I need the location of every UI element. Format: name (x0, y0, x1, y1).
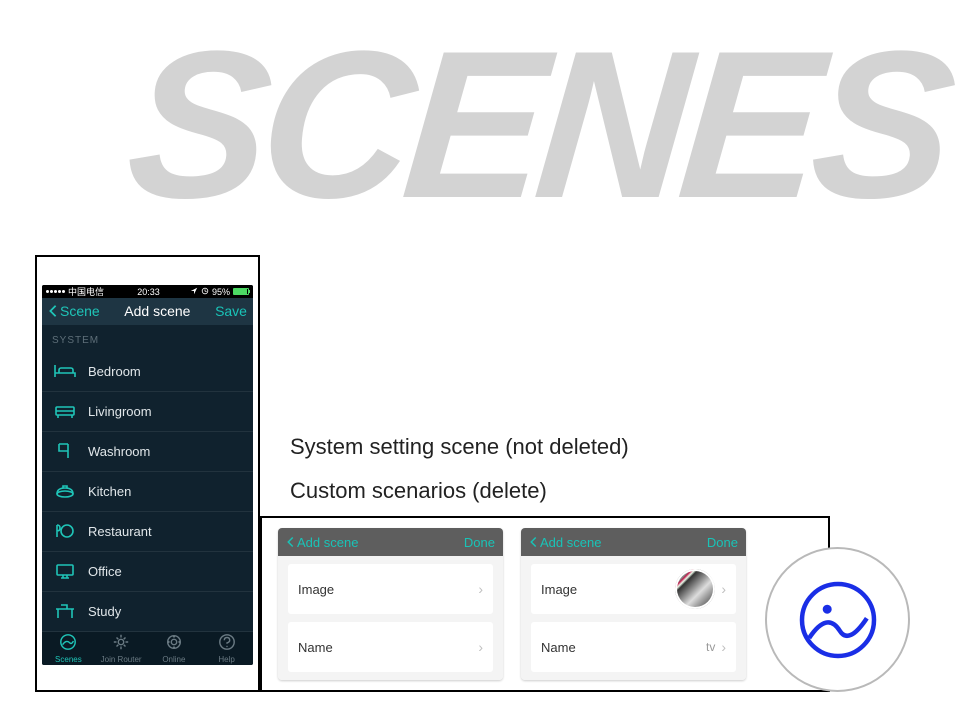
chevron-left-icon (48, 304, 58, 318)
mini-body: Image › Name › (278, 556, 503, 680)
sofa-icon (52, 400, 78, 422)
location-icon (190, 287, 198, 297)
battery-icon (233, 288, 249, 295)
scene-row-study[interactable]: Study (42, 592, 253, 632)
alarm-icon (201, 287, 209, 297)
mini-row-label: Image (541, 582, 577, 597)
image-thumbnail (675, 569, 715, 609)
tab-label: Join Router (101, 655, 142, 664)
mini-done-button[interactable]: Done (707, 535, 738, 550)
scene-row-office[interactable]: Office (42, 552, 253, 592)
scene-row-label: Kitchen (88, 484, 131, 499)
tab-router[interactable]: Join Router (95, 632, 148, 665)
mini-row-label: Image (298, 582, 334, 597)
mini-nav: Add scene Done (278, 528, 503, 556)
help-icon (218, 633, 236, 653)
mini-row-name[interactable]: Name › (288, 622, 493, 672)
battery-pct: 95% (212, 287, 230, 297)
tab-label: Online (162, 655, 185, 664)
scene-row-label: Livingroom (88, 404, 152, 419)
mini-row-value: tv (706, 640, 715, 654)
mini-row-image[interactable]: Image › (288, 564, 493, 614)
signal-icon (46, 290, 65, 293)
towel-icon (52, 440, 78, 462)
scene-list[interactable]: Bedroom Livingroom Washroom Kitchen Restaura… (42, 352, 253, 632)
pot-icon (52, 480, 78, 502)
status-time: 20:33 (107, 287, 190, 297)
mini-back-label: Add scene (540, 535, 601, 550)
chevron-right-icon: › (478, 639, 483, 655)
mini-panel-0: Add scene Done Image › Name › (278, 528, 503, 680)
status-bar: 中国电信 20:33 95% (42, 285, 253, 298)
tab-label: Help (218, 655, 234, 664)
mini-back-button[interactable]: Add scene (529, 535, 601, 550)
carrier-label: 中国电信 (68, 285, 104, 298)
dining-icon (52, 520, 78, 542)
annotations-block: System setting scene (not deleted) Custo… (290, 425, 629, 513)
online-icon (165, 633, 183, 653)
tab-help[interactable]: Help (200, 632, 253, 665)
chevron-right-icon: › (721, 581, 726, 597)
annotation-line-2: Custom scenarios (delete) (290, 469, 629, 513)
nav-bar: Scene Add scene Save (42, 298, 253, 325)
tab-scenes[interactable]: Scenes (42, 632, 95, 665)
scene-row-washroom[interactable]: Washroom (42, 432, 253, 472)
back-label: Scene (60, 303, 100, 319)
mini-done-button[interactable]: Done (464, 535, 495, 550)
scene-row-label: Restaurant (88, 524, 152, 539)
mini-panels-frame: Add scene Done Image › Name › Add scene Done Ima… (260, 516, 830, 692)
back-button[interactable]: Scene (48, 303, 100, 319)
chevron-right-icon: › (721, 639, 726, 655)
annotation-line-1: System setting scene (not deleted) (290, 425, 629, 469)
save-button[interactable]: Save (215, 303, 247, 319)
image-placeholder-icon (793, 575, 883, 665)
desk-icon (52, 600, 78, 622)
bed-icon (52, 360, 78, 382)
mini-panel-1: Add scene Done Image › Name tv › (521, 528, 746, 680)
router-icon (112, 633, 130, 653)
nav-title: Add scene (124, 303, 190, 319)
chevron-left-icon (286, 536, 295, 548)
page-title-banner: SCENES (121, 20, 960, 230)
tab-online[interactable]: Online (148, 632, 201, 665)
mini-row-label: Name (298, 640, 333, 655)
mini-back-button[interactable]: Add scene (286, 535, 358, 550)
scene-row-bedroom[interactable]: Bedroom (42, 352, 253, 392)
scene-row-kitchen[interactable]: Kitchen (42, 472, 253, 512)
mini-nav: Add scene Done (521, 528, 746, 556)
scene-row-label: Washroom (88, 444, 150, 459)
mini-row-image[interactable]: Image › (531, 564, 736, 614)
scenes-icon (59, 633, 77, 653)
mini-row-label: Name (541, 640, 576, 655)
tab-label: Scenes (55, 655, 82, 664)
chevron-right-icon: › (478, 581, 483, 597)
mini-back-label: Add scene (297, 535, 358, 550)
scene-row-livingroom[interactable]: Livingroom (42, 392, 253, 432)
mini-body: Image › Name tv › (521, 556, 746, 680)
section-header-system: SYSTEM (42, 325, 253, 352)
tab-bar: Scenes Join Router Online Help (42, 632, 253, 665)
scene-row-label: Office (88, 564, 122, 579)
chevron-left-icon (529, 536, 538, 548)
phone-screen: 中国电信 20:33 95% Scene (42, 285, 253, 665)
scene-row-label: Bedroom (88, 364, 141, 379)
watermark-logo (765, 547, 910, 692)
scene-row-restaurant[interactable]: Restaurant (42, 512, 253, 552)
monitor-icon (52, 560, 78, 582)
mini-row-name[interactable]: Name tv › (531, 622, 736, 672)
phone-frame: 中国电信 20:33 95% Scene (35, 255, 260, 692)
scene-row-label: Study (88, 604, 121, 619)
